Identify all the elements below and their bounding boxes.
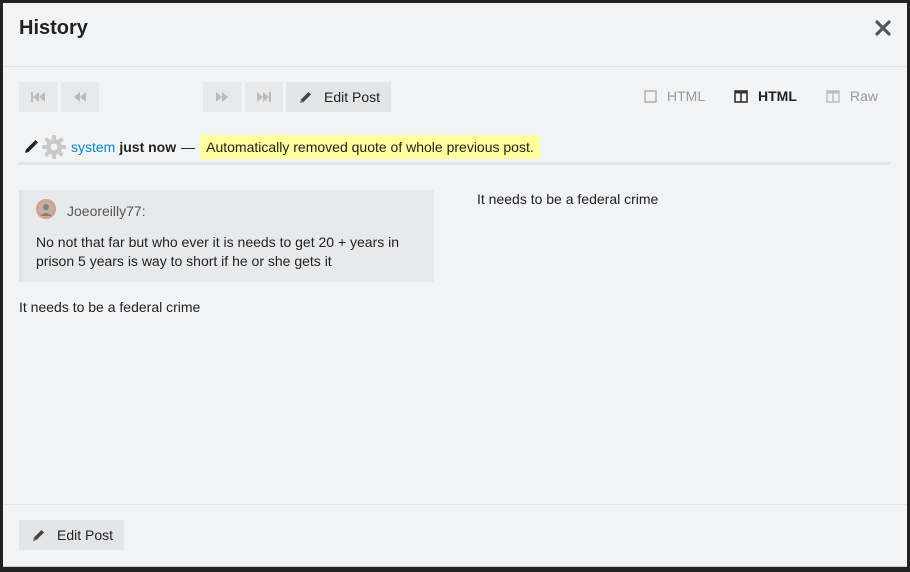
raw-mode-label: Raw bbox=[850, 88, 879, 104]
backward-icon bbox=[74, 92, 86, 102]
first-revision-button[interactable] bbox=[19, 82, 57, 112]
columns-icon bbox=[826, 89, 840, 103]
footer-edit-post-button[interactable]: Edit Post bbox=[19, 520, 124, 550]
revision-details: system just now — Automatically removed … bbox=[23, 134, 540, 160]
modal-footer: Edit Post bbox=[3, 504, 907, 568]
inline-html-mode-button[interactable]: HTML bbox=[644, 88, 705, 104]
quote-body: No not that far but who ever it is needs… bbox=[36, 234, 400, 269]
revision-separator: — bbox=[181, 139, 196, 155]
pencil-icon bbox=[33, 529, 44, 541]
square-icon bbox=[644, 89, 657, 103]
side-by-side-html-mode-button[interactable]: HTML bbox=[734, 88, 797, 104]
forward-icon bbox=[216, 92, 228, 102]
pencil-icon bbox=[300, 91, 311, 103]
next-revision-button[interactable] bbox=[203, 82, 241, 112]
columns-icon bbox=[734, 89, 748, 103]
previous-revision-button[interactable] bbox=[61, 82, 99, 112]
quoted-post: Joeoreilly77: No not that far but who ev… bbox=[19, 190, 434, 282]
revision-toolbar: Edit Post HTML HTML Raw bbox=[19, 82, 891, 112]
divider bbox=[19, 162, 891, 165]
footer-edit-post-label: Edit Post bbox=[57, 527, 114, 543]
last-revision-button[interactable] bbox=[245, 82, 283, 112]
raw-mode-button[interactable]: Raw bbox=[826, 88, 878, 104]
edit-post-button[interactable]: Edit Post bbox=[286, 82, 391, 112]
side-by-side-html-mode-label: HTML bbox=[758, 88, 797, 104]
edit-post-label: Edit Post bbox=[324, 89, 381, 105]
avatar[interactable] bbox=[36, 199, 56, 219]
revision-user-link[interactable]: system bbox=[71, 139, 115, 155]
fast-backward-icon bbox=[31, 92, 45, 102]
system-avatar-gear-icon bbox=[42, 135, 66, 159]
current-revision-text: It needs to be a federal crime bbox=[477, 191, 659, 207]
history-modal: History Edit Post HTML HTML Raw system j… bbox=[3, 3, 907, 567]
quote-author: Joeoreilly77: bbox=[67, 203, 146, 219]
edit-reason: Automatically removed quote of whole pre… bbox=[200, 135, 540, 159]
pencil-icon bbox=[25, 140, 38, 153]
modal-header: History bbox=[3, 3, 907, 67]
close-icon[interactable] bbox=[873, 18, 893, 38]
previous-revision-text: It needs to be a federal crime bbox=[19, 299, 201, 315]
inline-html-mode-label: HTML bbox=[667, 88, 706, 104]
modal-title: History bbox=[19, 17, 88, 39]
revision-time: just now bbox=[119, 139, 177, 155]
fast-forward-icon bbox=[257, 92, 271, 102]
